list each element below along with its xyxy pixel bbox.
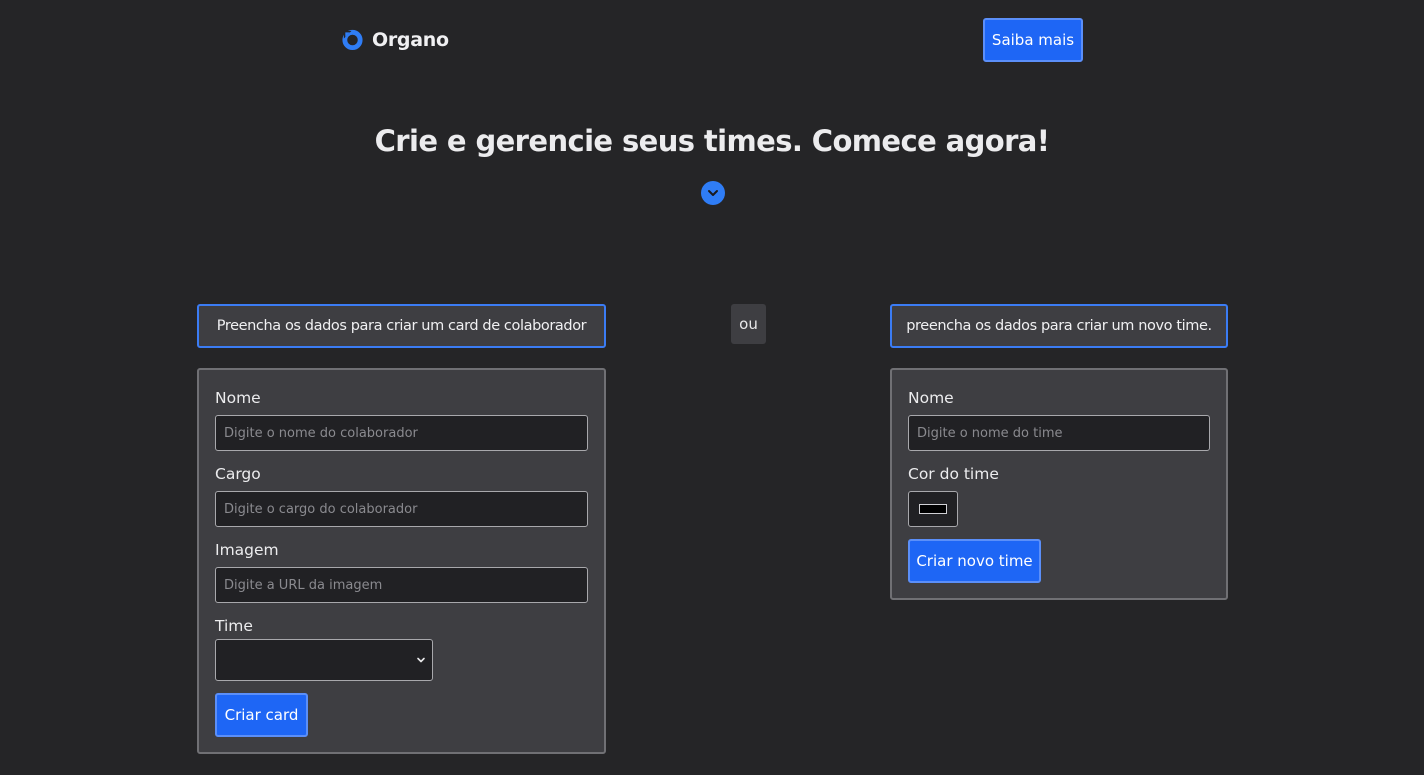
organo-logo-icon: [342, 29, 363, 51]
team-color-label: Cor do time: [908, 465, 999, 483]
hero-headline: Crie e gerencie seus times. Comece agora…: [374, 124, 1050, 158]
name-label: Nome: [215, 389, 261, 407]
create-card-button[interactable]: Criar card: [215, 693, 308, 737]
collaborator-form-hint: Preencha os dados para criar um card de …: [197, 304, 606, 348]
brand-name: Organo: [372, 28, 449, 51]
team-select[interactable]: [215, 639, 433, 681]
collaborator-form: Nome Cargo Imagem Time Criar card: [197, 368, 606, 754]
or-separator: ou: [731, 304, 766, 344]
team-form-hint: preencha os dados para criar um novo tim…: [890, 304, 1228, 348]
page: Organo Saiba mais Crie e gerencie seus t…: [0, 0, 1424, 775]
chevron-down-icon[interactable]: [701, 181, 725, 205]
color-swatch: [919, 504, 947, 514]
saiba-mais-button[interactable]: Saiba mais: [983, 18, 1083, 62]
role-label: Cargo: [215, 465, 261, 483]
collaborator-name-input[interactable]: [215, 415, 588, 451]
team-name-input[interactable]: [908, 415, 1210, 451]
team-label: Time: [215, 617, 253, 635]
team-form: Nome Cor do time Criar novo time: [890, 368, 1228, 600]
create-team-button[interactable]: Criar novo time: [908, 539, 1041, 583]
team-color-picker[interactable]: [908, 491, 958, 527]
chevron-down-icon: [417, 657, 425, 663]
brand-logo[interactable]: Organo: [341, 28, 449, 51]
team-name-label: Nome: [908, 389, 954, 407]
collaborator-role-input[interactable]: [215, 491, 588, 527]
image-url-input[interactable]: [215, 567, 588, 603]
image-label: Imagem: [215, 541, 279, 559]
